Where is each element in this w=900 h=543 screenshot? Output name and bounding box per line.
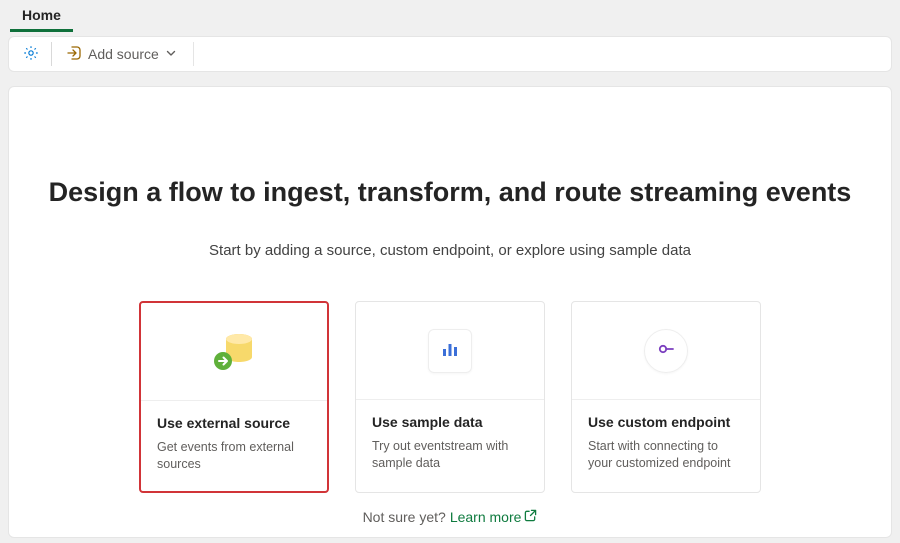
tab-home-label: Home [22,7,61,23]
card-title: Use sample data [372,414,528,430]
add-source-label: Add source [88,46,159,62]
learn-more-label: Learn more [450,509,522,525]
card-desc: Try out eventstream with sample data [372,438,528,472]
toolbar-divider-2 [193,42,194,66]
card-use-sample-data[interactable]: Use sample data Try out eventstream with… [355,301,545,493]
custom-endpoint-icon-tile [644,329,688,373]
card-use-external-source[interactable]: Use external source Get events from exte… [139,301,329,493]
add-source-button[interactable]: Add source [60,41,183,68]
card-icon-area [572,302,760,400]
tab-home[interactable]: Home [10,1,73,32]
card-icon-area [141,303,327,401]
option-cards-row: Use external source Get events from exte… [139,301,761,493]
page-subtitle: Start by adding a source, custom endpoin… [209,242,691,259]
add-source-icon [66,45,82,64]
main-content: Design a flow to ingest, transform, and … [8,86,892,538]
external-source-icon [207,325,261,378]
external-link-icon [524,509,537,525]
card-use-custom-endpoint[interactable]: Use custom endpoint Start with connectin… [571,301,761,493]
card-desc: Get events from external sources [157,439,311,473]
card-desc: Start with connecting to your customized… [588,438,744,472]
toolbar-divider [51,42,52,66]
learn-more-link[interactable]: Learn more [450,509,538,525]
card-title: Use custom endpoint [588,414,744,430]
learn-more-row: Not sure yet? Learn more [363,509,538,525]
tabs-bar: Home [0,0,900,32]
gear-icon [22,44,40,65]
card-body: Use custom endpoint Start with connectin… [572,400,760,490]
bar-chart-icon [439,338,461,363]
sample-data-icon-tile [428,329,472,373]
card-body: Use sample data Try out eventstream with… [356,400,544,490]
settings-button[interactable] [17,40,45,68]
chevron-down-icon [165,46,177,62]
page-headline: Design a flow to ingest, transform, and … [49,177,852,208]
card-icon-area [356,302,544,400]
not-sure-text: Not sure yet? [363,509,446,525]
endpoint-icon [655,338,677,363]
card-body: Use external source Get events from exte… [141,401,327,491]
toolbar: Add source [8,36,892,72]
card-title: Use external source [157,415,311,431]
